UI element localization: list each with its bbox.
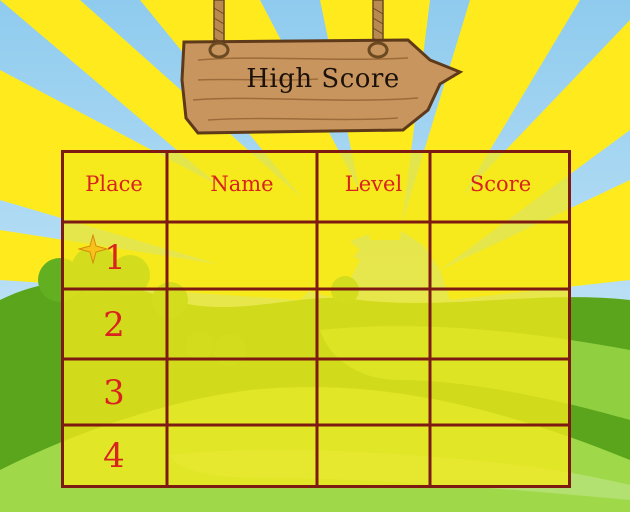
column-header-level: Level [344,172,403,196]
place-number: 3 [103,373,125,413]
place-number: 1 [104,238,126,278]
column-header-name: Name [210,172,274,196]
place-number: 2 [103,305,125,345]
column-header-place: Place [85,172,143,196]
page-title: High Score [246,64,400,94]
column-header-score: Score [469,172,532,196]
high-score-sign: High Score [178,0,468,140]
place-number: 4 [103,436,125,476]
